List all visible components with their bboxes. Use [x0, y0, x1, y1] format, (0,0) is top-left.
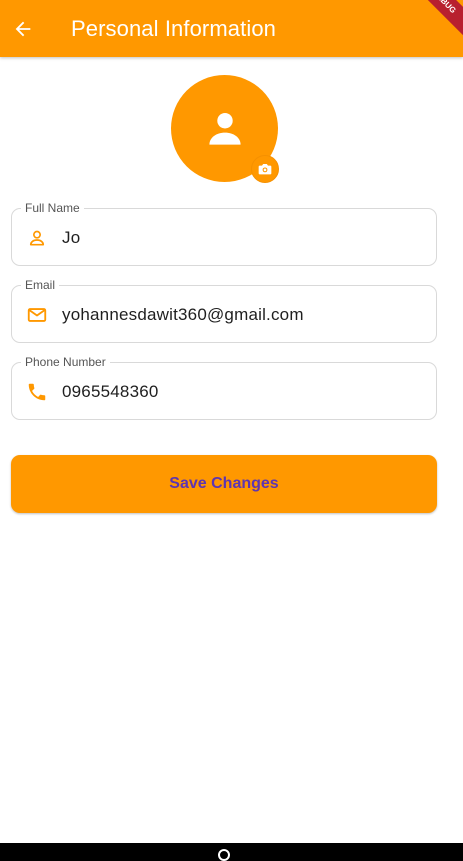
- full-name-field[interactable]: Full Name Jo: [11, 201, 437, 266]
- home-indicator-icon[interactable]: [218, 849, 230, 861]
- email-field[interactable]: Email yohannesdawit360@gmail.com: [11, 278, 437, 343]
- full-name-value[interactable]: Jo: [62, 227, 80, 249]
- profile-avatar-section: [171, 75, 279, 183]
- change-photo-button[interactable]: [251, 155, 279, 183]
- system-navigation-bar: [0, 843, 463, 861]
- phone-number-field[interactable]: Phone Number 0965548360: [11, 355, 437, 420]
- person-icon: [208, 112, 241, 145]
- mail-icon: [26, 304, 48, 326]
- arrow-left-icon: [15, 21, 31, 36]
- phone-number-label: Phone Number: [21, 355, 110, 369]
- app-bar: Personal Information: [0, 0, 463, 57]
- save-changes-button[interactable]: Save Changes: [11, 455, 437, 513]
- phone-number-value[interactable]: 0965548360: [62, 381, 159, 403]
- back-button[interactable]: [0, 0, 46, 57]
- email-label: Email: [21, 278, 60, 292]
- person-outline-icon: [26, 227, 48, 249]
- email-value[interactable]: yohannesdawit360@gmail.com: [62, 304, 304, 326]
- full-name-label: Full Name: [21, 201, 84, 215]
- camera-icon: [258, 164, 272, 175]
- page-title: Personal Information: [71, 15, 276, 41]
- phone-icon: [26, 381, 48, 403]
